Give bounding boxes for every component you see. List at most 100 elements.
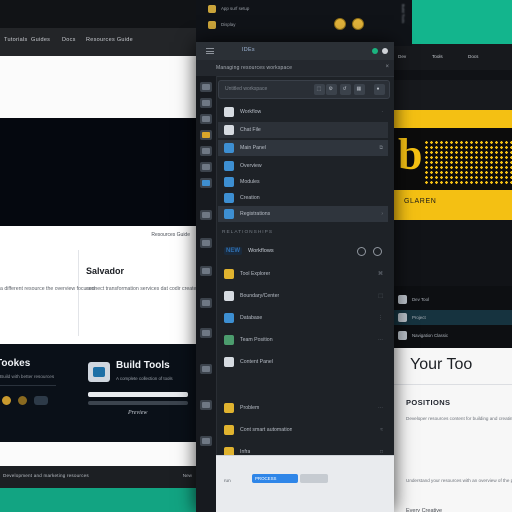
list-item[interactable]: Navigation Classic bbox=[398, 328, 448, 343]
right-dark-spacer bbox=[392, 220, 512, 286]
list-item-badge: ⋮ bbox=[378, 315, 383, 321]
record-button[interactable]: ● bbox=[374, 84, 385, 95]
left-teal-band bbox=[0, 488, 196, 512]
bookmark-icon[interactable] bbox=[200, 266, 212, 276]
list-item-label: Dev Tool bbox=[412, 297, 430, 302]
section-header: Relationships bbox=[222, 230, 274, 235]
right-menu-item-tools[interactable]: Tools bbox=[432, 54, 443, 59]
list-item[interactable]: Modules bbox=[218, 174, 388, 190]
right-poster: b GLAREN bbox=[392, 110, 512, 220]
menu-item-guides[interactable]: Guides bbox=[31, 37, 50, 43]
cloud-icon[interactable] bbox=[200, 400, 212, 410]
background-row-label: Display bbox=[221, 22, 236, 27]
menu-item-tutorials[interactable]: Tutorials bbox=[4, 37, 28, 43]
refresh-icon[interactable] bbox=[373, 246, 382, 256]
settings-icon[interactable]: ⚙ bbox=[326, 84, 337, 95]
list-item[interactable]: Main Panel ⧉ bbox=[218, 140, 388, 156]
list-item[interactable]: Content Panel bbox=[218, 354, 388, 370]
content-icon bbox=[224, 357, 234, 367]
list-item-label: Main Panel bbox=[240, 145, 266, 151]
creation-icon bbox=[224, 193, 234, 203]
list-item[interactable]: Overview bbox=[218, 158, 388, 174]
promo-card[interactable]: Build Tools A complete collection of too… bbox=[88, 356, 192, 428]
list-item[interactable]: Registrations › bbox=[218, 206, 388, 222]
background-row[interactable]: App surf setup bbox=[208, 2, 249, 15]
settings-icon[interactable] bbox=[200, 210, 212, 220]
list-item[interactable]: Team Position ⋯ bbox=[218, 332, 388, 348]
left-article-card: Resources Guide Salvador a different res… bbox=[0, 226, 196, 344]
flame-icon[interactable] bbox=[357, 246, 366, 256]
menu-hamburger-icon[interactable] bbox=[206, 48, 214, 54]
list-item[interactable]: Cont smart automation ≈ bbox=[218, 422, 388, 438]
grid-icon[interactable]: ▦ bbox=[354, 84, 365, 95]
account-icon[interactable] bbox=[200, 238, 212, 248]
list-item-label: Problem bbox=[240, 405, 260, 411]
list-item[interactable]: Problem ⋯ bbox=[218, 400, 388, 416]
chart-icon[interactable] bbox=[200, 328, 212, 338]
list-item-label: Creation bbox=[240, 195, 260, 201]
list-item-badge: ⧉ bbox=[379, 145, 383, 151]
search-icon[interactable] bbox=[200, 98, 212, 108]
list-item[interactable]: Database ⋮ bbox=[218, 310, 388, 326]
layers-icon[interactable] bbox=[200, 298, 212, 308]
promo-dot-icon bbox=[2, 396, 11, 405]
list-item-badge: · bbox=[381, 109, 383, 115]
list-item[interactable]: Dev Tool bbox=[398, 292, 429, 307]
help-icon[interactable] bbox=[200, 436, 212, 446]
left-white-spacer-top bbox=[0, 56, 196, 118]
list-item[interactable]: Creation bbox=[218, 190, 388, 206]
footer-right-link[interactable]: New bbox=[183, 473, 192, 478]
list-item-badge: ⬚ bbox=[378, 293, 383, 299]
list-item[interactable]: Chat File bbox=[218, 122, 388, 138]
right-article-rule bbox=[392, 384, 512, 385]
source-control-icon[interactable] bbox=[200, 114, 212, 124]
ide-subbar-label: Managing resources workspace bbox=[216, 65, 293, 71]
package-icon[interactable] bbox=[200, 364, 212, 374]
halftone-pattern-icon bbox=[424, 140, 512, 184]
close-icon[interactable]: × bbox=[385, 64, 389, 70]
right-article-subheading: POSITIONS bbox=[406, 398, 451, 407]
menu-item-resources[interactable]: Resources Guide bbox=[86, 37, 133, 43]
terminal-icon[interactable] bbox=[200, 162, 212, 172]
promo-card-bar bbox=[88, 392, 188, 397]
right-top-menubar: Dev Tools Docs bbox=[392, 44, 512, 110]
workspace-input[interactable]: Untitled workspace bbox=[225, 86, 267, 92]
article-right-paragraph: connect transformation services dat codi… bbox=[86, 286, 196, 292]
list-item[interactable]: Workflow · bbox=[218, 104, 388, 120]
list-item[interactable]: Boundary/Center ⬚ bbox=[218, 288, 388, 304]
ide-title-text: IDEs bbox=[242, 47, 255, 53]
promo-dot-icon bbox=[18, 396, 27, 405]
process-chip[interactable]: PROCESS bbox=[252, 474, 298, 483]
poster-letter: b bbox=[398, 130, 423, 179]
list-item-label: Navigation Classic bbox=[412, 333, 449, 338]
ide-subbar: Managing resources workspace × bbox=[196, 60, 394, 77]
highlight-row-label: Workflows bbox=[248, 248, 274, 254]
process-chip-secondary[interactable] bbox=[300, 474, 328, 483]
history-icon[interactable]: ↺ bbox=[340, 84, 351, 95]
extensions-icon[interactable] bbox=[200, 146, 212, 156]
promo-card-subtitle: A complete collection of tools bbox=[116, 376, 173, 381]
list-item-label: Overview bbox=[240, 163, 262, 169]
database-icon[interactable] bbox=[200, 178, 212, 188]
navigation-icon bbox=[398, 331, 407, 340]
ide-activity-rail bbox=[196, 76, 217, 512]
document-icon bbox=[224, 125, 234, 135]
list-item-label: Database bbox=[240, 315, 263, 321]
left-white-spacer-bottom bbox=[0, 442, 196, 466]
cursor-icon[interactable]: ⬚ bbox=[314, 84, 325, 95]
left-hero-banner: es tods ore EMAIL TEXTURX A Development bbox=[0, 118, 196, 226]
highlight-row[interactable]: NEW Workflows bbox=[218, 242, 388, 260]
files-icon[interactable] bbox=[200, 82, 212, 92]
list-item[interactable]: Tool Explorer ⌘ bbox=[218, 266, 388, 282]
right-article-signature: Every Creative bbox=[406, 508, 443, 512]
promo-card-bar-secondary bbox=[88, 401, 188, 405]
background-row[interactable]: Display bbox=[208, 18, 235, 31]
debug-icon[interactable] bbox=[200, 130, 212, 140]
window-control-icon[interactable] bbox=[382, 48, 388, 54]
list-item-label: Cont smart automation bbox=[240, 427, 293, 433]
right-menu-item-dev[interactable]: Dev bbox=[398, 54, 406, 59]
menu-item-docs[interactable]: Docs bbox=[62, 37, 76, 43]
list-item[interactable]: Project bbox=[392, 310, 512, 325]
right-menu-item-docs[interactable]: Docs bbox=[468, 54, 478, 59]
promo-rule bbox=[0, 385, 56, 386]
